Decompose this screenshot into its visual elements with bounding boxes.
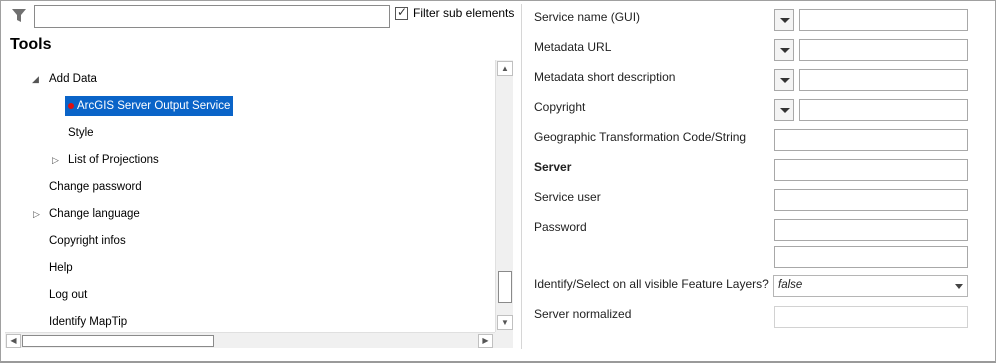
tree-item-identify-maptip[interactable]: Identify MapTip [49, 312, 127, 332]
tools-tree: ◢ Add Data ArcGIS Server Output Service … [1, 63, 495, 333]
metadata-short-description-dropdown-button[interactable] [774, 69, 794, 91]
geographic-transformation-label: Geographic Transformation Code/String [534, 130, 747, 144]
metadata-short-description-label: Metadata short description [534, 70, 676, 84]
server-label: Server [534, 160, 572, 174]
identify-select-value: false [778, 279, 803, 291]
scrollbar-corner [495, 332, 513, 348]
service-user-label: Service user [534, 190, 601, 204]
metadata-url-dropdown-button[interactable] [774, 39, 794, 61]
server-normalized-field [774, 306, 968, 328]
identify-select-label: Identify/Select on all visible Feature L… [534, 277, 769, 291]
tree-item-label: ArcGIS Server Output Service [77, 100, 231, 112]
horizontal-scroll-thumb[interactable] [22, 335, 214, 347]
tree-vertical-scrollbar[interactable]: ▲ ▼ [495, 60, 513, 332]
funnel-icon[interactable] [11, 8, 27, 24]
scroll-right-icon[interactable]: ▶ [478, 334, 493, 348]
copyright-dropdown-button[interactable] [774, 99, 794, 121]
copyright-field[interactable] [799, 99, 968, 121]
scroll-left-icon[interactable]: ◀ [6, 334, 21, 348]
tree-item-change-language[interactable]: Change language [49, 204, 140, 224]
server-normalized-label: Server normalized [534, 307, 632, 321]
service-user-field[interactable] [774, 189, 968, 211]
tree-item-change-password[interactable]: Change password [49, 177, 142, 197]
password-label: Password [534, 220, 587, 234]
marker-dot-icon [68, 103, 74, 109]
chevron-down-icon [955, 284, 963, 289]
filter-sub-elements-checkbox[interactable]: ✓ [395, 5, 408, 20]
service-name-label: Service name (GUI) [534, 10, 641, 24]
triangle-down-icon[interactable]: ◢ [32, 69, 39, 89]
filter-sub-elements-label: Filter sub elements [413, 6, 515, 20]
tree-horizontal-scrollbar[interactable]: ◀ ▶ [5, 332, 495, 348]
pane-splitter[interactable] [521, 4, 522, 349]
window-frame: ✓ Filter sub elements Tools ◢ Add Data A… [0, 0, 996, 363]
triangle-right-icon[interactable]: ▷ [33, 204, 40, 224]
identify-select-dropdown[interactable]: false [773, 275, 968, 297]
password-field[interactable] [774, 219, 968, 241]
service-name-field[interactable] [799, 9, 968, 31]
metadata-url-field[interactable] [799, 39, 968, 61]
checkmark-icon: ✓ [397, 5, 408, 19]
tree-item-style[interactable]: Style [68, 123, 94, 143]
tree-item-help[interactable]: Help [49, 258, 73, 278]
metadata-short-description-field[interactable] [799, 69, 968, 91]
service-name-dropdown-button[interactable] [774, 9, 794, 31]
tree-item-list-of-projections[interactable]: List of Projections [68, 150, 159, 170]
search-input[interactable] [34, 5, 390, 28]
tree-item-arcgis-server-output-service[interactable]: ArcGIS Server Output Service [65, 96, 234, 116]
copyright-label: Copyright [534, 100, 586, 114]
scroll-up-icon[interactable]: ▲ [497, 61, 513, 76]
vertical-scroll-thumb[interactable] [498, 271, 512, 303]
geographic-transformation-field[interactable] [774, 129, 968, 151]
tools-pane: ✓ Filter sub elements Tools ◢ Add Data A… [1, 1, 521, 362]
metadata-url-label: Metadata URL [534, 40, 612, 54]
triangle-right-icon[interactable]: ▷ [52, 150, 59, 170]
scroll-down-icon[interactable]: ▼ [497, 315, 513, 330]
server-field[interactable] [774, 159, 968, 181]
tools-title: Tools [10, 36, 52, 53]
tree-item-add-data[interactable]: Add Data [49, 69, 97, 89]
password-confirm-field[interactable] [774, 246, 968, 268]
tree-item-log-out[interactable]: Log out [49, 285, 87, 305]
tree-item-copyright-infos[interactable]: Copyright infos [49, 231, 126, 251]
